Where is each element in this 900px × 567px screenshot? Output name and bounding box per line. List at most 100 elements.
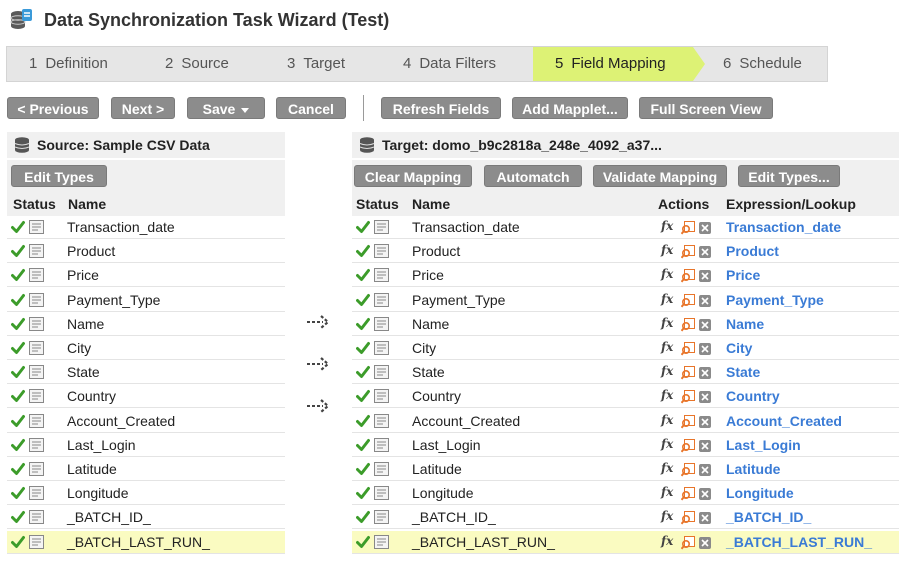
refresh-fields-button[interactable]: Refresh Fields <box>381 97 501 119</box>
lookup-icon[interactable] <box>680 317 695 335</box>
step-source[interactable]: 2 Source <box>165 47 275 81</box>
clear-icon[interactable] <box>699 294 711 310</box>
expression-link[interactable]: Latitude <box>726 461 780 477</box>
note-icon[interactable] <box>374 292 389 310</box>
target-field-row[interactable]: Last_Login fx Last_Login <box>352 433 899 457</box>
map-arrow-icon[interactable] <box>305 396 331 421</box>
note-icon[interactable] <box>29 316 44 334</box>
note-icon[interactable] <box>29 534 44 552</box>
expression-link[interactable]: Price <box>726 267 760 283</box>
expression-link[interactable]: Transaction_date <box>726 219 841 235</box>
clear-icon[interactable] <box>699 245 711 261</box>
lookup-icon[interactable] <box>680 366 695 383</box>
note-icon[interactable] <box>29 268 44 285</box>
note-icon[interactable] <box>374 486 389 503</box>
target-field-row[interactable]: City fx City <box>352 337 899 360</box>
note-icon[interactable] <box>29 486 44 503</box>
clear-icon[interactable] <box>699 221 711 237</box>
expression-link[interactable]: Country <box>726 388 780 404</box>
add-mapplet-button[interactable]: Add Mapplet... <box>512 97 628 119</box>
source-field-row[interactable]: _BATCH_ID_ <box>7 506 285 530</box>
note-icon[interactable] <box>374 437 389 455</box>
note-icon[interactable] <box>374 244 389 261</box>
step-data-filters[interactable]: 4 Data Filters <box>403 47 523 81</box>
cancel-button[interactable]: Cancel <box>276 97 346 119</box>
note-icon[interactable] <box>29 292 44 310</box>
target-edit-types-button[interactable]: Edit Types... <box>738 165 840 187</box>
lookup-icon[interactable] <box>680 390 695 407</box>
lookup-icon[interactable] <box>680 535 695 553</box>
note-icon[interactable] <box>29 437 44 455</box>
lookup-icon[interactable] <box>680 511 695 528</box>
note-icon[interactable] <box>374 220 389 237</box>
clear-icon[interactable] <box>699 269 711 285</box>
source-field-row[interactable]: Product <box>7 240 285 264</box>
target-field-row[interactable]: State fx State <box>352 361 899 385</box>
source-field-row[interactable]: Country <box>7 385 285 409</box>
note-icon[interactable] <box>374 462 389 479</box>
note-icon[interactable] <box>29 365 44 382</box>
target-field-row[interactable]: Account_Created fx Account_Created <box>352 409 899 433</box>
validate-mapping-button[interactable]: Validate Mapping <box>593 165 727 187</box>
clear-icon[interactable] <box>699 511 711 527</box>
clear-icon[interactable] <box>699 487 711 503</box>
source-field-row[interactable]: Longitude <box>7 482 285 506</box>
target-field-row[interactable]: Longitude fx Longitude <box>352 482 899 506</box>
target-field-row[interactable]: Latitude fx Latitude <box>352 458 899 481</box>
source-field-row[interactable]: Transaction_date <box>7 216 285 239</box>
lookup-icon[interactable] <box>680 293 695 311</box>
expression-link[interactable]: Longitude <box>726 485 794 501</box>
fx-icon[interactable]: fx <box>661 437 673 451</box>
target-field-row[interactable]: Country fx Country <box>352 385 899 409</box>
source-field-row[interactable]: Payment_Type <box>7 288 285 312</box>
target-field-row[interactable]: Price fx Price <box>352 264 899 288</box>
note-icon[interactable] <box>374 365 389 382</box>
source-edit-types-button[interactable]: Edit Types <box>11 165 107 187</box>
note-icon[interactable] <box>374 341 389 358</box>
source-field-row[interactable]: State <box>7 361 285 385</box>
source-field-row[interactable]: Name <box>7 312 285 336</box>
step-definition[interactable]: 1 Definition <box>7 47 135 81</box>
note-icon[interactable] <box>374 389 389 406</box>
note-icon[interactable] <box>29 220 44 237</box>
source-field-row[interactable]: Last_Login <box>7 433 285 457</box>
note-icon[interactable] <box>29 462 44 479</box>
map-arrow-icon[interactable] <box>305 312 331 337</box>
expression-link[interactable]: Name <box>726 316 764 332</box>
fx-icon[interactable]: fx <box>661 340 673 354</box>
full-screen-view-button[interactable]: Full Screen View <box>639 97 773 119</box>
fx-icon[interactable]: fx <box>661 219 673 233</box>
note-icon[interactable] <box>29 341 44 358</box>
clear-icon[interactable] <box>699 536 711 552</box>
note-icon[interactable] <box>29 413 44 431</box>
lookup-icon[interactable] <box>680 463 695 480</box>
fx-icon[interactable]: fx <box>661 485 673 499</box>
fx-icon[interactable]: fx <box>661 243 673 257</box>
clear-icon[interactable] <box>699 342 711 358</box>
lookup-icon[interactable] <box>680 221 695 238</box>
note-icon[interactable] <box>374 316 389 334</box>
lookup-icon[interactable] <box>680 414 695 432</box>
note-icon[interactable] <box>29 389 44 406</box>
fx-icon[interactable]: fx <box>661 461 673 475</box>
source-field-row[interactable]: Latitude <box>7 458 285 481</box>
note-icon[interactable] <box>374 413 389 431</box>
expression-link[interactable]: _BATCH_ID_ <box>726 509 811 525</box>
target-field-row[interactable]: Transaction_date fx Transaction_date <box>352 216 899 239</box>
save-button[interactable]: Save <box>187 97 265 119</box>
note-icon[interactable] <box>29 510 44 527</box>
clear-icon[interactable] <box>699 390 711 406</box>
source-field-row[interactable]: Price <box>7 264 285 288</box>
fx-icon[interactable]: fx <box>661 292 673 306</box>
fx-icon[interactable]: fx <box>661 316 673 330</box>
lookup-icon[interactable] <box>680 269 695 286</box>
automatch-button[interactable]: Automatch <box>484 165 582 187</box>
step-schedule[interactable]: 6 Schedule <box>723 47 823 81</box>
fx-icon[interactable]: fx <box>661 509 673 523</box>
target-field-row[interactable]: _BATCH_LAST_RUN_ fx _BATCH_LAST_RUN_ <box>352 530 899 554</box>
expression-link[interactable]: Payment_Type <box>726 292 824 308</box>
step-target[interactable]: 3 Target <box>287 47 387 81</box>
expression-link[interactable]: Product <box>726 243 779 259</box>
note-icon[interactable] <box>29 244 44 261</box>
clear-icon[interactable] <box>699 366 711 382</box>
